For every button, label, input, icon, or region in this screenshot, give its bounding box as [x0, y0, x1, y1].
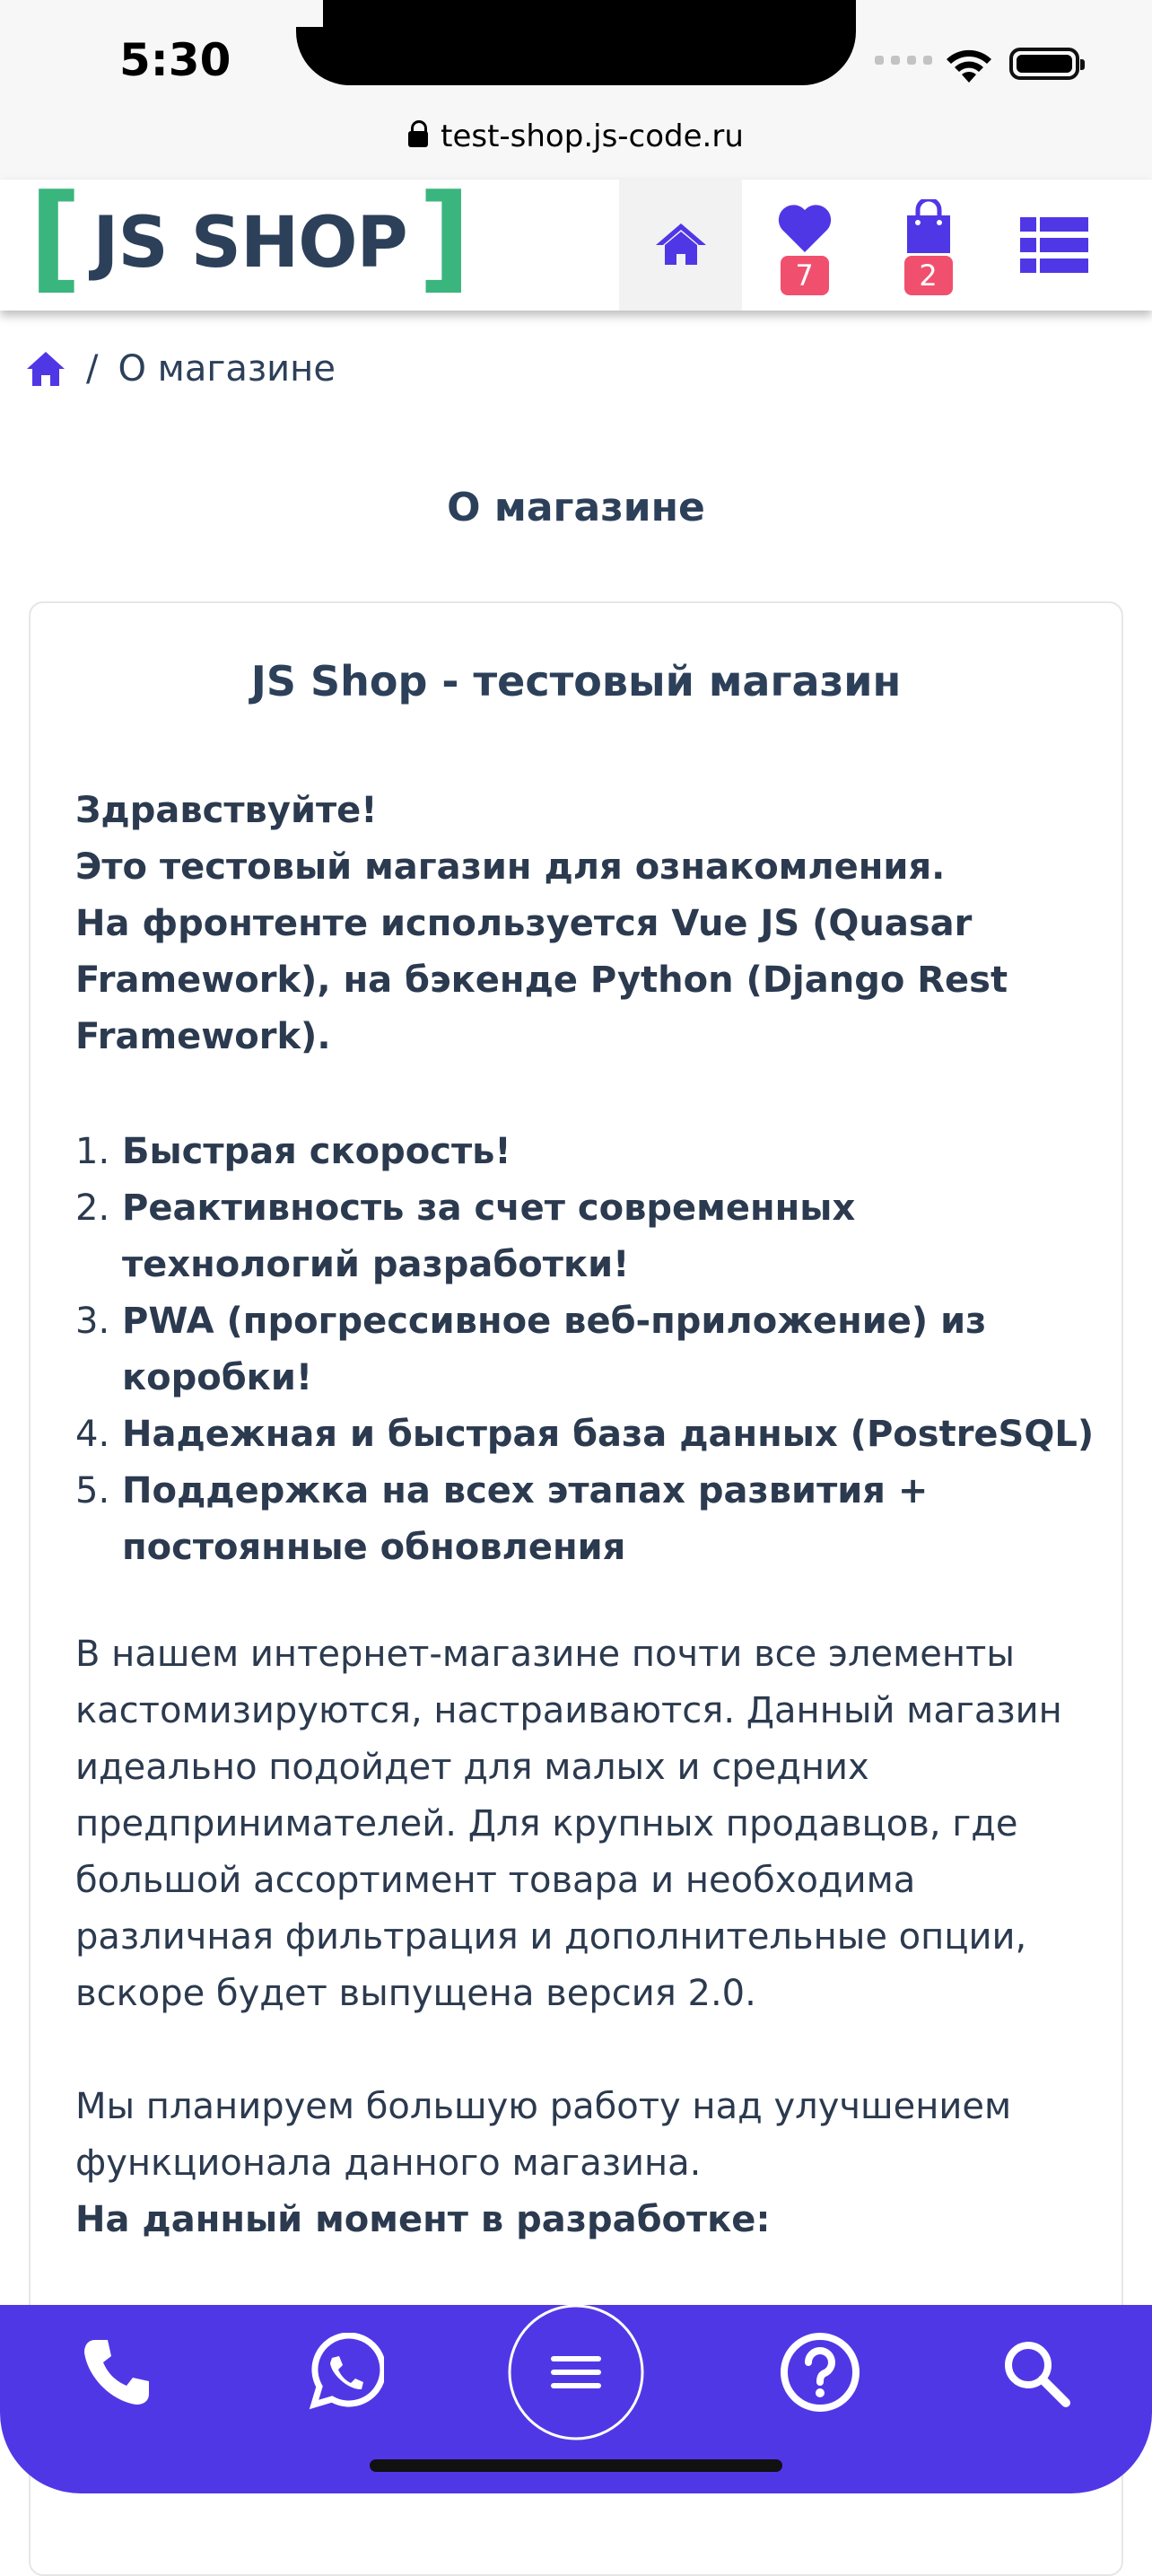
logo-right-bracket: ] — [417, 169, 472, 305]
list-item: 1. Быстрая скорость! — [75, 1124, 1098, 1180]
intro-line: Здравствуйте! — [75, 790, 378, 831]
card-title: JS Shop - тестовый магазин — [250, 657, 902, 705]
logo-left-bracket: [ — [29, 169, 83, 305]
plans-paragraph: Мы планируем большую работу над улучшени… — [75, 2086, 1012, 2184]
address-bar[interactable]: test-shop.js-code.ru — [0, 111, 1152, 162]
breadcrumb-home-icon[interactable] — [25, 350, 66, 388]
list-item: 2. Реактивность за счет современных техно… — [75, 1180, 1098, 1293]
list-text: PWA (прогрессивное веб-приложение) из ко… — [122, 1301, 987, 1398]
list-icon — [1019, 217, 1088, 273]
list-number: 2. — [75, 1187, 110, 1229]
list-text: Быстрая скорость! — [122, 1131, 511, 1172]
whatsapp-button[interactable] — [273, 2305, 416, 2440]
about-card: JS Shop - тестовый магазин Здравствуйте!… — [29, 601, 1123, 2576]
logo-text: JS SHOP — [92, 203, 407, 284]
logo[interactable]: [ JS SHOP ] — [29, 179, 471, 296]
help-button[interactable] — [748, 2305, 892, 2440]
features-list: 1. Быстрая скорость! 2. Реактивность за сч… — [75, 1124, 1098, 1576]
list-item: 4. Надежная и быстрая база данных (Postre… — [75, 1406, 1098, 1463]
list-item: 3. PWA (прогрессивное веб-приложение) из … — [75, 1293, 1098, 1406]
breadcrumb: / О магазине — [25, 348, 336, 390]
device-notch — [296, 0, 856, 85]
list-item: 5. Поддержка на всех этапах развития + по… — [75, 1463, 1098, 1576]
search-button[interactable] — [964, 2305, 1107, 2440]
menu-button[interactable] — [504, 2304, 648, 2440]
cart-button[interactable]: 2 — [867, 180, 990, 311]
favorites-badge: 7 — [780, 256, 829, 295]
url-text: test-shop.js-code.ru — [441, 118, 744, 154]
status-time: 5:30 — [119, 34, 231, 86]
battery-icon — [1009, 48, 1085, 80]
home-icon — [655, 223, 706, 265]
status-bar: 5:30 test-shop.js-code.ru — [0, 0, 1152, 181]
catalog-button[interactable] — [992, 180, 1115, 311]
home-button[interactable] — [619, 180, 742, 311]
list-text: Поддержка на всех этапах развития + пост… — [122, 1470, 929, 1568]
home-indicator — [370, 2459, 782, 2472]
phone-icon — [84, 2340, 149, 2405]
cart-badge: 2 — [903, 256, 953, 295]
call-button[interactable] — [45, 2305, 188, 2440]
help-icon — [781, 2333, 860, 2412]
favorites-button[interactable]: 7 — [743, 180, 866, 311]
intro-text: Здравствуйте! Это тестовый магазин для о… — [75, 783, 1089, 1065]
list-text: Надежная и быстрая база данных (PostreSQ… — [122, 1414, 1095, 1455]
list-number: 5. — [75, 1470, 110, 1511]
shopping-bag-icon — [906, 199, 950, 253]
page-title: О магазине — [447, 485, 705, 530]
cellular-signal-icon — [875, 56, 932, 65]
in-development-heading: На данный момент в разработке: — [75, 2199, 771, 2240]
description-paragraph: В нашем интернет-магазине почти все элем… — [75, 1634, 1062, 2014]
list-text: Реактивность за счет современных техноло… — [122, 1187, 856, 1285]
breadcrumb-current: О магазине — [118, 348, 336, 390]
menu-icon — [508, 2304, 644, 2440]
wifi-icon — [947, 49, 991, 83]
intro-line: Это тестовый магазин для ознакомления. — [75, 846, 946, 888]
heart-icon — [778, 205, 831, 252]
list-number: 3. — [75, 1301, 110, 1342]
breadcrumb-separator: / — [86, 348, 99, 390]
search-icon — [1005, 2342, 1070, 2407]
list-number: 4. — [75, 1414, 110, 1455]
list-number: 1. — [75, 1131, 110, 1172]
lock-icon — [408, 120, 429, 147]
intro-line: На фронтенте используется Vue JS (Quasar… — [75, 903, 1008, 1057]
app-header: [ JS SHOP ] 7 2 — [0, 179, 1152, 311]
whatsapp-icon — [309, 2333, 384, 2410]
